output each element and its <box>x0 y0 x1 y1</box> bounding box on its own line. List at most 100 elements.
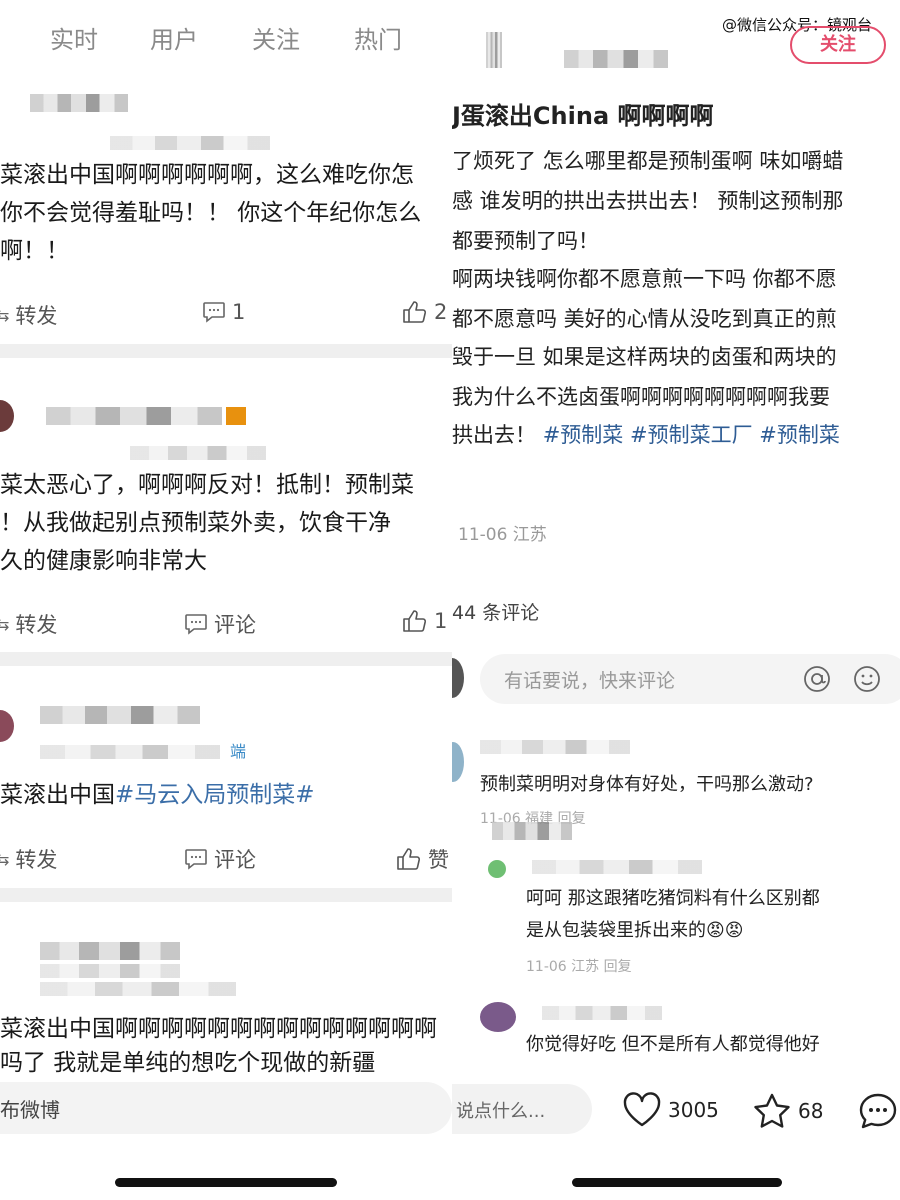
comment-icon <box>203 302 225 323</box>
like-button[interactable]: 1 <box>402 609 447 633</box>
note-text-line: 感 谁发明的拱出去拱出去！ 预制这预制那 <box>452 189 844 213</box>
comment-text: 你觉得好吃 但不是所有人都觉得他好 <box>526 1034 820 1055</box>
client-source: 端 <box>230 742 247 761</box>
comment-count: 1 <box>232 300 246 324</box>
note-text-line: 我为什么不选卤蛋啊啊啊啊啊啊啊啊我要 <box>452 385 830 409</box>
post-text-line: 吗了 我就是单纯的想吃个现做的新疆 <box>0 1050 376 1076</box>
post-text-line: ！从我做起别点预制菜外卖，饮食干净 <box>0 510 391 536</box>
comment-button[interactable] <box>858 1092 898 1130</box>
comment-icon <box>185 849 207 870</box>
comment-button[interactable]: 评论 <box>184 609 256 639</box>
comment-input-placeholder: 说点什么... <box>456 1101 546 1122</box>
reply-count-blurred <box>492 822 572 840</box>
avatar[interactable] <box>0 400 14 432</box>
favorite-count: 68 <box>798 1099 824 1123</box>
tab-users[interactable]: 用户 <box>150 20 198 55</box>
star-icon <box>754 1093 790 1128</box>
post-meta-blurred <box>40 982 236 996</box>
weibo-search-screen: 实时 用户 关注 热门 菜滚出中国啊啊啊啊啊啊，这么难吃你怎 你不会觉得羞耻吗！… <box>0 0 452 1200</box>
like-button[interactable]: 赞 <box>396 844 449 874</box>
follow-button[interactable]: 关注 <box>790 26 886 64</box>
replier-avatar[interactable] <box>488 860 506 878</box>
post-text: 菜滚出中国 <box>0 782 115 808</box>
note-text-line: 都不愿意吗 美好的心情从没吃到真正的煎 <box>452 307 837 331</box>
tab-following[interactable]: 关注 <box>252 20 300 55</box>
divider <box>0 888 452 902</box>
post-text-line: 菜滚出中国啊啊啊啊啊啊啊啊啊啊啊啊啊啊 <box>0 1016 437 1042</box>
favorite-button[interactable]: 68 <box>752 1092 823 1130</box>
note-date-location: 11-06 江苏 <box>458 525 547 545</box>
post-text-line: 啊！！ <box>0 238 69 264</box>
avatar[interactable] <box>0 710 14 742</box>
angry-emoji-icon: 😡😡 <box>706 920 744 941</box>
like-button[interactable]: 3005 <box>622 1092 719 1128</box>
hashtag-link[interactable]: #预制菜 <box>759 423 840 447</box>
like-button[interactable]: 2 <box>402 300 447 324</box>
at-icon[interactable] <box>802 664 832 694</box>
comment-input[interactable]: 有话要说，快来评论 <box>480 654 900 704</box>
note-text-line: 毁于一旦 如果是这样两块的卤蛋和两块的 <box>452 345 837 369</box>
username-blurred[interactable] <box>46 407 222 425</box>
repost-label: 转发 <box>15 613 58 637</box>
compose-bar[interactable]: 布微博 <box>0 1082 452 1134</box>
commenter-name-blurred[interactable] <box>542 1006 662 1020</box>
repost-label: 转发 <box>15 304 58 328</box>
replier-name-blurred[interactable] <box>532 860 702 874</box>
home-indicator <box>115 1178 337 1187</box>
tab-realtime[interactable]: 实时 <box>50 20 98 55</box>
repost-label: 转发 <box>15 848 58 872</box>
divider <box>0 344 452 358</box>
emoji-icon[interactable] <box>852 664 882 694</box>
repost-button[interactable]: ⇆ 转发 <box>0 300 57 330</box>
username-blurred[interactable] <box>30 94 128 112</box>
post-meta-blurred <box>130 446 266 460</box>
comment-bubble-icon <box>859 1093 897 1129</box>
commenter-avatar[interactable] <box>452 742 464 782</box>
avatar-blurred[interactable] <box>486 32 502 68</box>
commenter-avatar[interactable] <box>480 1002 516 1032</box>
comment-button[interactable]: 评论 <box>184 844 256 874</box>
note-text: 拱出去！ <box>452 423 536 447</box>
home-indicator <box>572 1178 782 1187</box>
username-blurred[interactable] <box>40 942 180 960</box>
thumbs-up-icon <box>403 301 427 323</box>
comment-placeholder: 有话要说，快来评论 <box>504 670 676 692</box>
bottom-action-bar: 说点什么... 3005 68 <box>452 1080 900 1140</box>
comment-icon <box>185 614 207 635</box>
xiaohongshu-note-screen: @微信公众号：镜观台 关注 J蛋滚出China 啊啊啊啊 了烦死了 怎么哪里都是… <box>452 0 900 1200</box>
heart-icon <box>623 1092 661 1127</box>
commenter-name-blurred[interactable] <box>480 740 630 754</box>
username-blurred[interactable] <box>40 706 200 724</box>
comment-label: 评论 <box>214 848 256 872</box>
hashtag-link[interactable]: #预制菜 <box>543 423 624 447</box>
hashtag-link[interactable]: #预制菜工厂 <box>630 423 753 447</box>
thumbs-up-icon <box>397 848 421 870</box>
comment-button[interactable]: 1 <box>202 300 245 324</box>
note-text-line: 都要预制了吗！ <box>452 229 599 253</box>
comment-input-bottom[interactable]: 说点什么... <box>452 1084 592 1134</box>
like-label: 赞 <box>428 848 449 872</box>
my-avatar <box>452 658 464 698</box>
note-title: J蛋滚出China 啊啊啊啊 <box>452 102 714 130</box>
repost-icon: ⇆ <box>0 614 10 634</box>
post-text-line: 菜滚出中国#马云入局预制菜# <box>0 776 315 814</box>
post-text-line: 你不会觉得羞耻吗！！ 你这个年纪你怎么 <box>0 200 422 226</box>
comment-text: 预制菜明明对身体有好处，干吗那么激动? <box>480 774 814 795</box>
note-text-line: 了烦死了 怎么哪里都是预制蛋啊 味如嚼蜡 <box>452 149 844 173</box>
comment-text-line: 呵呵 那这跟猪吃猪饲料有什么区别都 <box>526 888 820 909</box>
comment-text-line: 是从包装袋里拆出来的😡😡 <box>526 916 744 946</box>
repost-button[interactable]: ⇆ 转发 <box>0 844 57 874</box>
compose-placeholder: 布微博 <box>0 1098 60 1122</box>
post-text-line: 菜太恶心了，啊啊啊反对！抵制！预制菜 <box>0 472 414 498</box>
username-blurred[interactable] <box>564 50 668 68</box>
like-count: 1 <box>434 609 448 633</box>
hashtag-link[interactable]: #马云入局预制菜# <box>115 782 315 808</box>
tab-hot[interactable]: 热门 <box>354 20 402 55</box>
repost-button[interactable]: ⇆ 转发 <box>0 609 57 639</box>
note-text-line: 拱出去！ #预制菜 #预制菜工厂 #预制菜 <box>452 418 840 452</box>
post-text-line: 久的健康影响非常大 <box>0 548 207 574</box>
comment-meta: 11-06 江苏 回复 <box>526 959 632 975</box>
repost-icon: ⇆ <box>0 305 10 325</box>
like-count: 3005 <box>668 1098 719 1122</box>
tab-bar: 实时 用户 关注 热门 <box>0 0 452 70</box>
